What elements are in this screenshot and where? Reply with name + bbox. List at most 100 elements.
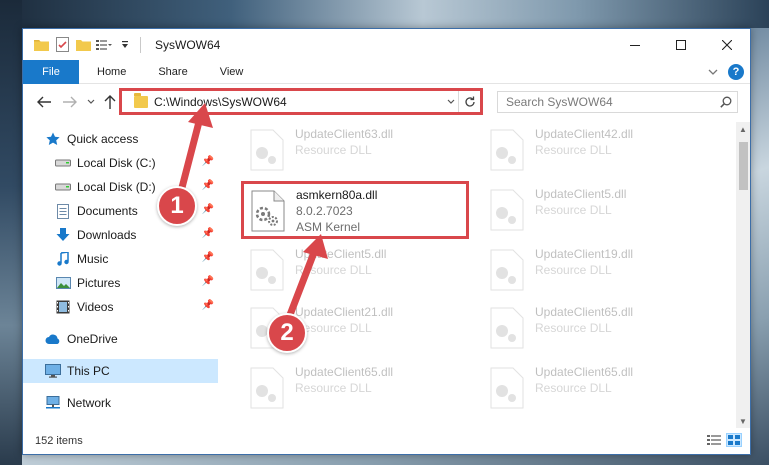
search-box[interactable]: Search SysWOW64 bbox=[497, 91, 738, 113]
list-item[interactable]: UpdateClient5.dll Resource DLL bbox=[487, 186, 717, 238]
file-name: UpdateClient5.dll bbox=[535, 187, 627, 201]
address-path[interactable]: C:\Windows\SysWOW64 bbox=[154, 95, 444, 109]
vertical-scrollbar[interactable]: ▲ ▼ bbox=[736, 122, 750, 428]
sidebar-item-pictures[interactable]: Pictures 📌 bbox=[23, 271, 218, 295]
tab-view[interactable]: View bbox=[206, 60, 258, 84]
pin-icon[interactable]: 📌 bbox=[202, 228, 214, 239]
film-icon bbox=[55, 299, 71, 315]
chevron-down-icon bbox=[447, 99, 455, 104]
sidebar-item-label: Local Disk (D:) bbox=[77, 180, 156, 194]
dll-file-icon bbox=[487, 249, 525, 291]
customize-toolbar-chevron-icon[interactable] bbox=[117, 37, 133, 53]
chevron-down-icon bbox=[87, 99, 95, 104]
sidebar-item-onedrive[interactable]: OneDrive bbox=[23, 327, 218, 351]
maximize-icon bbox=[676, 39, 686, 50]
download-arrow-icon bbox=[55, 227, 71, 243]
maximize-button[interactable] bbox=[658, 29, 704, 60]
step-badge-2: 2 bbox=[267, 313, 307, 353]
pin-icon[interactable]: 📌 bbox=[202, 156, 214, 167]
file-name: asmkern80a.dll bbox=[296, 188, 378, 202]
highlighted-file-asmkern80a[interactable]: asmkern80a.dll 8.0.2.7023 ASM Kernel bbox=[241, 181, 469, 239]
folder-icon[interactable] bbox=[33, 37, 49, 53]
properties-icon[interactable] bbox=[54, 37, 70, 53]
sidebar-item-label: Quick access bbox=[67, 132, 139, 146]
scroll-up-icon[interactable]: ▲ bbox=[736, 122, 750, 136]
file-name: UpdateClient63.dll bbox=[295, 127, 394, 141]
details-view-icon[interactable] bbox=[706, 433, 722, 447]
sidebar-item-downloads[interactable]: Downloads 📌 bbox=[23, 223, 218, 247]
tab-home[interactable]: Home bbox=[83, 60, 140, 84]
forward-arrow-icon bbox=[63, 96, 77, 108]
file-list: UpdateClient63.dll Resource DLL UpdateCli… bbox=[219, 122, 736, 428]
dll-file-icon bbox=[247, 367, 285, 409]
desktop-background-top bbox=[0, 0, 769, 28]
help-icon[interactable]: ? bbox=[728, 64, 744, 80]
sidebar-item-label: Downloads bbox=[77, 228, 137, 242]
list-item[interactable]: UpdateClient5.dll Resource DLL bbox=[247, 246, 477, 298]
close-icon bbox=[722, 39, 732, 50]
file-name: UpdateClient65.dll bbox=[295, 365, 394, 379]
list-item[interactable]: UpdateClient19.dll Resource DLL bbox=[487, 246, 717, 298]
pin-icon[interactable]: 📌 bbox=[202, 300, 214, 311]
sidebar-item-quick-access[interactable]: Quick access bbox=[23, 127, 218, 151]
status-bar: 152 items bbox=[23, 428, 750, 454]
pin-icon[interactable]: 📌 bbox=[202, 204, 214, 215]
step-badge-1: 1 bbox=[157, 186, 197, 226]
address-bar[interactable]: C:\Windows\SysWOW64 bbox=[119, 88, 483, 115]
up-button[interactable] bbox=[101, 93, 119, 111]
search-placeholder[interactable]: Search SysWOW64 bbox=[498, 95, 715, 109]
pin-icon[interactable]: 📌 bbox=[202, 252, 214, 263]
minimize-button[interactable] bbox=[612, 29, 658, 60]
title-bar: SysWOW64 bbox=[23, 29, 750, 60]
refresh-icon bbox=[464, 96, 475, 107]
refresh-button[interactable] bbox=[458, 91, 480, 112]
star-icon bbox=[45, 131, 61, 147]
ribbon-tabs: File Home Share View ? bbox=[23, 59, 750, 84]
recent-locations-button[interactable] bbox=[85, 93, 97, 111]
search-icon[interactable] bbox=[715, 96, 737, 108]
list-item[interactable]: UpdateClient42.dll Resource DLL bbox=[487, 126, 717, 178]
cloud-icon bbox=[45, 331, 61, 347]
file-type: Resource DLL bbox=[295, 321, 372, 335]
new-folder-icon[interactable] bbox=[75, 37, 91, 53]
expand-ribbon-chevron-icon[interactable] bbox=[708, 63, 718, 81]
tab-share[interactable]: Share bbox=[144, 60, 201, 84]
forward-button[interactable] bbox=[61, 93, 79, 111]
file-name: UpdateClient65.dll bbox=[535, 365, 634, 379]
dll-file-icon bbox=[487, 367, 525, 409]
tab-file[interactable]: File bbox=[23, 59, 79, 84]
list-item[interactable]: UpdateClient65.dll Resource DLL bbox=[487, 364, 717, 416]
view-options-icon[interactable] bbox=[96, 37, 112, 53]
drive-icon bbox=[55, 155, 71, 171]
pin-icon[interactable]: 📌 bbox=[202, 180, 214, 191]
scroll-thumb[interactable] bbox=[739, 142, 748, 190]
address-dropdown-button[interactable] bbox=[444, 97, 458, 107]
scroll-down-icon[interactable]: ▼ bbox=[736, 414, 750, 428]
item-count: 152 items bbox=[35, 435, 83, 447]
sidebar-item-videos[interactable]: Videos 📌 bbox=[23, 295, 218, 319]
list-item[interactable]: UpdateClient65.dll Resource DLL bbox=[247, 364, 477, 416]
file-version: 8.0.2.7023 bbox=[296, 204, 353, 218]
network-icon bbox=[45, 395, 61, 411]
back-button[interactable] bbox=[35, 93, 53, 111]
dll-file-icon bbox=[487, 307, 525, 349]
sidebar-item-label: Videos bbox=[77, 300, 114, 314]
sidebar-item-network[interactable]: Network bbox=[23, 391, 218, 415]
file-type: Resource DLL bbox=[535, 263, 612, 277]
title-separator bbox=[140, 36, 141, 53]
sidebar-item-this-pc[interactable]: This PC bbox=[23, 359, 218, 383]
list-item[interactable]: UpdateClient65.dll Resource DLL bbox=[487, 304, 717, 356]
up-arrow-icon bbox=[104, 95, 116, 109]
pin-icon[interactable]: 📌 bbox=[202, 276, 214, 287]
tiles-view-icon[interactable] bbox=[726, 433, 742, 447]
sidebar-item-local-disk-c[interactable]: Local Disk (C:) 📌 bbox=[23, 151, 218, 175]
file-description: ASM Kernel bbox=[296, 220, 361, 234]
navigation-pane: Quick access Local Disk (C:) 📌 Local Dis… bbox=[23, 122, 218, 428]
list-item[interactable]: UpdateClient63.dll Resource DLL bbox=[247, 126, 477, 178]
dll-file-icon bbox=[247, 129, 285, 171]
view-switcher bbox=[706, 433, 742, 447]
dll-file-icon bbox=[487, 129, 525, 171]
close-button[interactable] bbox=[704, 29, 750, 60]
sidebar-item-music[interactable]: Music 📌 bbox=[23, 247, 218, 271]
monitor-icon bbox=[45, 363, 61, 379]
